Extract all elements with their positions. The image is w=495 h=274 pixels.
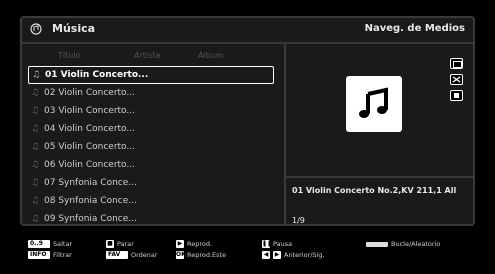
info-divider: [286, 176, 473, 178]
music-note-icon: ♫: [30, 196, 40, 206]
vertical-divider: [284, 42, 286, 224]
legend-pause: ❚❚ Pausa: [262, 240, 293, 248]
music-note-icon: ♫: [30, 160, 40, 170]
track-title: 05 Violin Concerto...: [44, 142, 135, 152]
track-title: 04 Violin Concerto...: [44, 124, 135, 134]
color-key-icon: [366, 241, 388, 247]
album-art: [346, 76, 402, 132]
slideshow-icon[interactable]: [450, 58, 463, 69]
music-note-icon: [359, 87, 388, 118]
music-folder-icon: [30, 23, 42, 35]
legend-play: ▶ Reprod.: [176, 240, 213, 248]
legend-skip: 0..9 Saltar: [28, 240, 73, 248]
music-note-icon: ♫: [30, 106, 40, 116]
music-note-icon: ♫: [30, 88, 40, 98]
pause-key-icon: ❚❚: [262, 240, 273, 248]
legend-stop: ■ Parar: [106, 240, 134, 248]
legend-prev-next: ◀ ▶ Anterior/Sig.: [262, 251, 325, 259]
track-title: 07 Synfonia Conce...: [44, 178, 137, 188]
track-title: 09 Synfonia Conce...: [44, 214, 137, 224]
track-title: 03 Violin Concerto...: [44, 106, 135, 116]
track-title: 06 Violin Concerto...: [44, 160, 135, 170]
stop-key-icon: ■: [106, 240, 114, 248]
track-row[interactable]: ♫ 07 Synfonia Conce...: [28, 174, 274, 192]
now-playing-title: 01 Violin Concerto No.2,KV 211,1 All: [292, 186, 457, 195]
music-note-icon: ♫: [30, 142, 40, 152]
track-row[interactable]: ♫ 01 Violin Concerto...: [28, 66, 274, 84]
header-bar: Música Naveg. de Medios: [22, 18, 473, 44]
legend-filter: INFO Filtrar: [28, 251, 72, 259]
track-title: 01 Violin Concerto...: [45, 70, 149, 80]
music-note-icon: ♫: [30, 124, 40, 134]
track-title: 02 Violin Concerto...: [44, 88, 135, 98]
media-browser-panel: Música Naveg. de Medios Título Artista Á…: [20, 16, 475, 226]
track-row[interactable]: ♫ 02 Violin Concerto...: [28, 84, 274, 102]
track-row[interactable]: ♫ 04 Violin Concerto...: [28, 120, 274, 138]
stop-icon[interactable]: [450, 90, 463, 101]
play-key-icon: ▶: [176, 240, 184, 248]
legend-play-this: OK Reprod.Este: [176, 251, 227, 259]
legend-loop-shuffle: Bucle/Aleatorio: [366, 240, 440, 248]
music-note-icon: ♫: [30, 214, 40, 224]
footer-legend: 0..9 Saltar INFO Filtrar ■ Parar FAV Ord…: [20, 234, 480, 268]
media-browser-label: Naveg. de Medios: [364, 23, 465, 34]
column-headers: Título Artista Álbum: [36, 51, 273, 63]
music-note-icon: ♫: [30, 178, 40, 188]
right-arrow-key-icon: ▶: [273, 251, 281, 259]
column-artist[interactable]: Artista: [134, 51, 160, 60]
info-key-icon: INFO: [28, 251, 50, 259]
track-list: ♫ 01 Violin Concerto... ♫ 02 Violin Concert…: [28, 66, 274, 228]
track-row[interactable]: ♫ 08 Synfonia Conce...: [28, 192, 274, 210]
track-counter: 1/9: [292, 216, 305, 225]
track-title: 08 Synfonia Conce...: [44, 196, 137, 206]
column-album[interactable]: Álbum: [198, 51, 224, 60]
track-row[interactable]: ♫ 05 Violin Concerto...: [28, 138, 274, 156]
shuffle-icon[interactable]: [450, 74, 463, 85]
ok-key-icon: OK: [176, 251, 186, 259]
track-row[interactable]: ♫ 06 Violin Concerto...: [28, 156, 274, 174]
left-arrow-key-icon: ◀: [262, 251, 270, 259]
track-row[interactable]: ♫ 09 Synfonia Conce...: [28, 210, 274, 228]
track-row[interactable]: ♫ 03 Violin Concerto...: [28, 102, 274, 120]
fav-key-icon: FAV: [106, 251, 128, 259]
column-title[interactable]: Título: [58, 51, 80, 60]
music-note-icon: ♫: [31, 70, 41, 80]
page-title: Música: [52, 22, 96, 35]
number-keys-icon: 0..9: [28, 240, 50, 248]
legend-sort: FAV Ordenar: [106, 251, 158, 259]
